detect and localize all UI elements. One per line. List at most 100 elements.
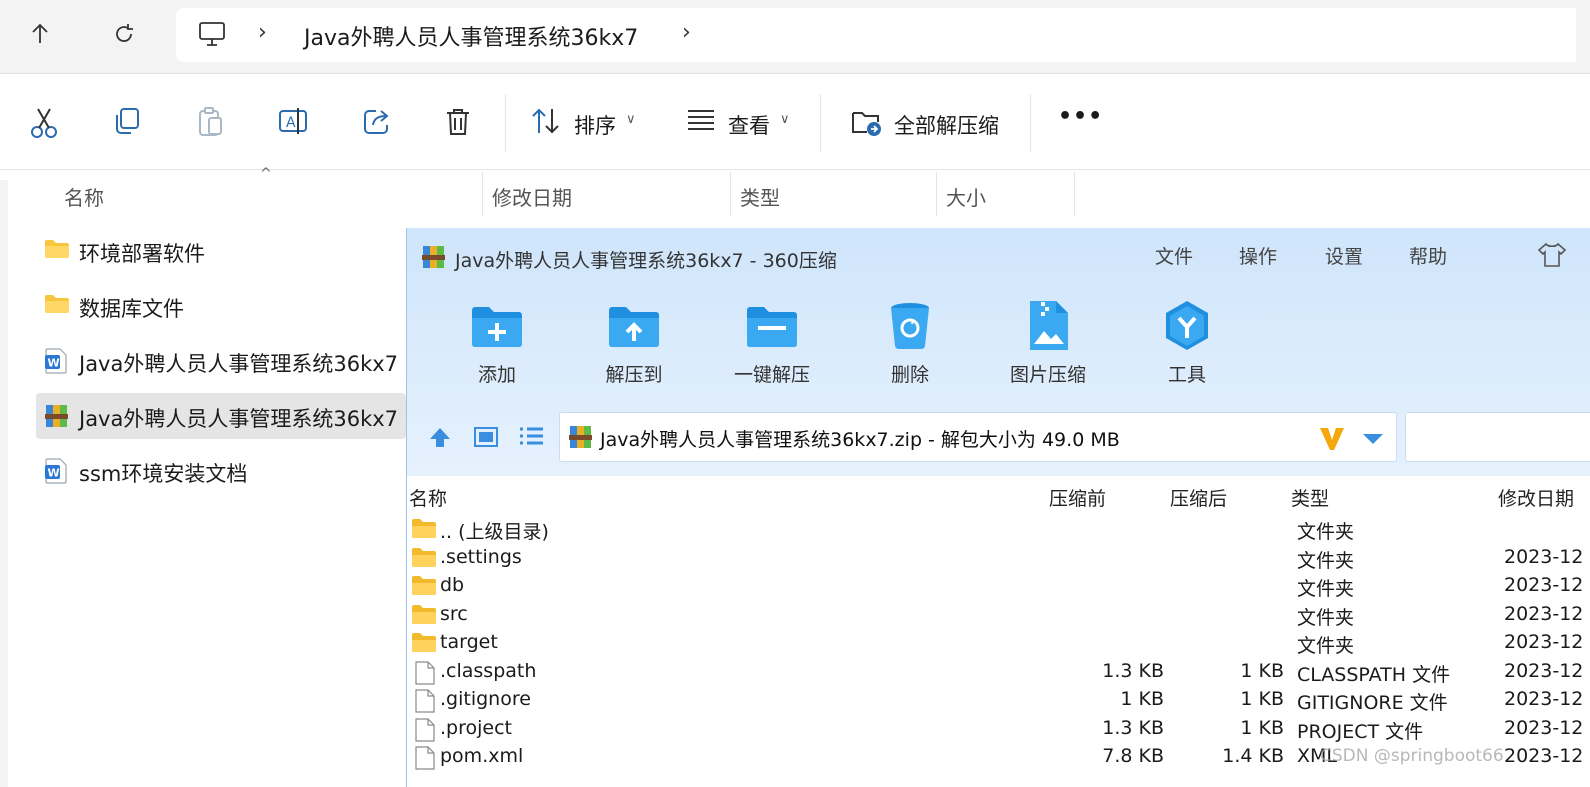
list-view-icon[interactable] [517, 424, 545, 454]
file-icon [415, 746, 435, 775]
row-name: pom.xml [440, 745, 524, 767]
add-folder-icon [469, 298, 525, 354]
list-item[interactable]: W ssm环境安装文档 [36, 448, 406, 494]
sort-button[interactable]: 排序 [574, 110, 616, 140]
computer-icon[interactable] [198, 21, 226, 51]
row-after-size: 1 KB [1240, 717, 1284, 739]
chevron-right-icon[interactable]: › [258, 20, 267, 45]
image-compress-label: 图片压缩 [1009, 364, 1086, 386]
menu-settings[interactable]: 设置 [1325, 242, 1363, 269]
list-item[interactable]: W Java外聘人员人事管理系统36kx7 [36, 338, 406, 384]
row-name: src [440, 603, 468, 625]
image-compress-button[interactable]: 图片压缩 [993, 298, 1103, 387]
chevron-right-icon[interactable]: › [682, 20, 691, 45]
table-row[interactable]: target 文件夹 2023-12 [407, 630, 1590, 658]
column-type-header[interactable]: 类型 [1291, 484, 1329, 511]
extract-archive-icon[interactable] [850, 106, 884, 140]
row-before-size: 7.8 KB [1102, 745, 1164, 767]
archiver-path-row: Java外聘人员人事管理系统36kx7.zip - 解包大小为 49.0 MB [407, 412, 1590, 468]
table-row[interactable]: .project 1.3 KB 1 KB PROJECT 文件 2023-12 [407, 716, 1590, 744]
row-modified: 2023-12 [1504, 546, 1584, 568]
extract-to-button[interactable]: 解压到 [579, 298, 689, 387]
folder-icon [44, 238, 70, 264]
rename-icon[interactable]: A [278, 106, 312, 140]
row-modified: 2023-12 [1504, 574, 1584, 596]
chevron-down-icon[interactable]: ∨ [626, 112, 636, 127]
menu-help[interactable]: 帮助 [1409, 242, 1447, 269]
archive-search-input[interactable] [1405, 412, 1590, 462]
up-arrow-icon[interactable] [20, 14, 60, 54]
column-modified-header[interactable]: 修改日期 [492, 182, 572, 211]
table-row[interactable]: db 文件夹 2023-12 [407, 573, 1590, 601]
refresh-icon[interactable] [104, 14, 144, 54]
table-row[interactable]: .. (上级目录) 文件夹 [407, 516, 1590, 544]
list-item-label: 数据库文件 [79, 297, 184, 321]
one-click-extract-folder-icon [744, 298, 800, 354]
table-row[interactable]: src 文件夹 2023-12 [407, 602, 1590, 630]
archiver-column-header: 名称 压缩前 压缩后 类型 修改日期 [407, 478, 1590, 514]
column-name-header[interactable]: 名称 [64, 182, 104, 211]
toolbar-divider [1030, 94, 1031, 152]
tools-button[interactable]: 工具 [1132, 298, 1242, 387]
extract-to-label: 解压到 [605, 364, 663, 386]
navigation-pane-edge [0, 180, 8, 787]
row-type: 文件夹 [1297, 635, 1355, 657]
skin-shirt-icon[interactable] [1537, 242, 1567, 272]
up-level-arrow-icon[interactable] [427, 424, 453, 454]
one-click-extract-button[interactable]: 一键解压 [717, 298, 827, 387]
delete-icon[interactable] [444, 106, 478, 140]
delete-button[interactable]: 删除 [855, 298, 965, 387]
column-divider[interactable] [936, 172, 937, 216]
folder-icon [411, 547, 437, 574]
table-row[interactable]: .gitignore 1 KB 1 KB GITIGNORE 文件 2023-1… [407, 687, 1590, 715]
list-item-label: 环境部署软件 [79, 242, 205, 266]
address-bar-area: › Java外聘人员人事管理系统36kx7 › [0, 0, 1590, 74]
menu-operation[interactable]: 操作 [1239, 242, 1277, 269]
row-modified: 2023-12 [1504, 603, 1584, 625]
column-name-header[interactable]: 名称 [409, 484, 447, 511]
menu-file[interactable]: 文件 [1155, 242, 1193, 269]
add-button[interactable]: 添加 [442, 298, 552, 387]
address-bar[interactable]: › Java外聘人员人事管理系统36kx7 › [176, 8, 1576, 62]
copy-icon[interactable] [112, 106, 146, 140]
column-after-header[interactable]: 压缩后 [1170, 484, 1227, 511]
vip-v-icon[interactable] [1318, 424, 1346, 456]
column-before-header[interactable]: 压缩前 [1049, 484, 1106, 511]
column-size-header[interactable]: 大小 [946, 182, 986, 211]
image-compress-icon [1020, 298, 1076, 354]
row-type: 文件夹 [1297, 550, 1355, 572]
share-icon[interactable] [362, 106, 396, 140]
watermark-text: CSDN @springboot66 [1320, 746, 1504, 766]
list-item[interactable]: 环境部署软件 [36, 228, 406, 274]
file-icon [415, 718, 435, 747]
table-row[interactable]: .classpath 1.3 KB 1 KB CLASSPATH 文件 2023… [407, 659, 1590, 687]
view-icon[interactable] [686, 106, 720, 140]
column-divider[interactable] [730, 172, 731, 216]
paste-icon[interactable] [196, 106, 230, 140]
row-type: 文件夹 [1297, 607, 1355, 629]
column-modified-header[interactable]: 修改日期 [1498, 484, 1574, 511]
table-row[interactable]: .settings 文件夹 2023-12 [407, 545, 1590, 573]
extract-all-button[interactable]: 全部解压缩 [894, 110, 999, 140]
more-options-button[interactable]: ••• [1058, 104, 1103, 129]
row-type: 文件夹 [1297, 521, 1355, 543]
list-item-selected[interactable]: Java外聘人员人事管理系统36kx7 [36, 393, 406, 439]
svg-text:W: W [48, 357, 60, 370]
cut-icon[interactable] [28, 106, 62, 140]
breadcrumb-current-folder[interactable]: Java外聘人员人事管理系统36kx7 [304, 20, 638, 52]
column-type-header[interactable]: 类型 [740, 182, 780, 211]
column-divider[interactable] [482, 172, 483, 216]
row-name: .. (上级目录) [440, 521, 549, 543]
dropdown-triangle-icon[interactable] [1362, 431, 1384, 450]
row-type: CLASSPATH 文件 [1297, 664, 1451, 686]
chevron-down-icon[interactable]: ∨ [780, 112, 790, 127]
row-after-size: 1.4 KB [1222, 745, 1284, 767]
view-button[interactable]: 查看 [728, 110, 770, 140]
list-item[interactable]: 数据库文件 [36, 283, 406, 329]
archive-path-field[interactable]: Java外聘人员人事管理系统36kx7.zip - 解包大小为 49.0 MB [559, 412, 1397, 462]
row-modified: 2023-12 [1504, 745, 1584, 767]
row-name: .gitignore [440, 688, 531, 710]
thumbnail-view-icon[interactable] [473, 424, 499, 454]
sort-icon[interactable] [530, 106, 564, 140]
column-divider[interactable] [1074, 172, 1075, 216]
